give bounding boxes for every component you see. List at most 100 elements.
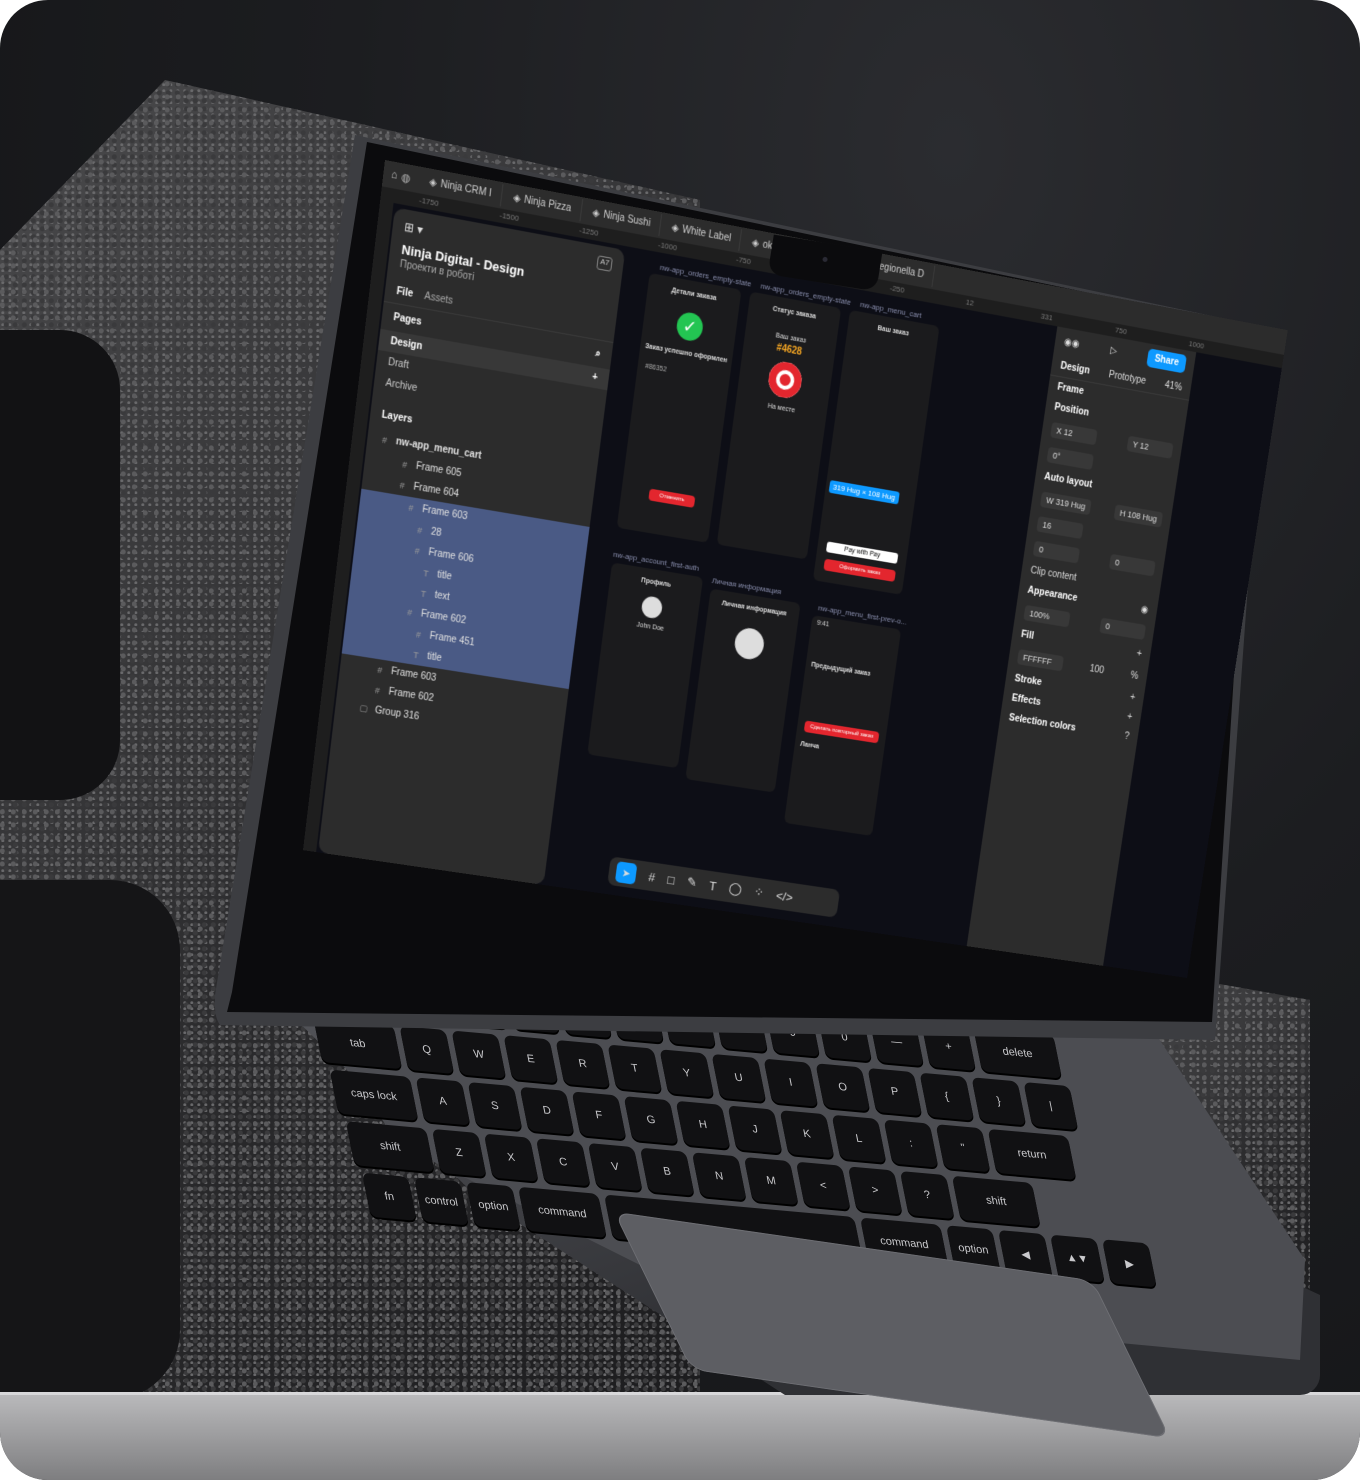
actions-tool-icon[interactable]: ⁘ bbox=[753, 884, 765, 900]
key[interactable]: P bbox=[867, 1068, 922, 1116]
text-tool-icon[interactable]: T bbox=[708, 878, 717, 893]
right-panel: ◉◉ ▷ Share Design Prototype 41% Frame Po… bbox=[967, 326, 1197, 965]
y-field[interactable]: Y 12 bbox=[1126, 436, 1173, 459]
share-button[interactable]: Share bbox=[1146, 348, 1187, 373]
eye-icon[interactable]: ◉ bbox=[1140, 604, 1149, 616]
key[interactable]: I bbox=[763, 1059, 818, 1107]
key[interactable]: J bbox=[728, 1105, 783, 1153]
key[interactable]: F bbox=[572, 1091, 627, 1139]
daruma-icon bbox=[767, 359, 804, 400]
frame-personal[interactable]: Личная информация bbox=[685, 589, 800, 793]
key[interactable]: caps lock bbox=[330, 1070, 419, 1121]
key[interactable]: C bbox=[536, 1138, 591, 1186]
key[interactable]: ▶ bbox=[1102, 1239, 1157, 1287]
file-badge[interactable]: A7 bbox=[596, 255, 612, 272]
key[interactable]: shift bbox=[346, 1121, 435, 1172]
ruler-tick-label: -250 bbox=[889, 283, 905, 294]
key[interactable]: " bbox=[936, 1124, 991, 1172]
position-heading: Position bbox=[1054, 402, 1090, 419]
key[interactable]: O bbox=[815, 1063, 870, 1111]
avatars[interactable]: ◉◉ bbox=[1063, 337, 1080, 350]
fill-opacity[interactable]: 100 bbox=[1089, 663, 1105, 676]
help-button[interactable]: ? bbox=[1124, 731, 1130, 742]
key[interactable]: G bbox=[624, 1096, 679, 1144]
rotation-field[interactable]: 0° bbox=[1046, 447, 1093, 470]
key[interactable]: shift bbox=[952, 1176, 1041, 1227]
effects-heading: Effects bbox=[1011, 693, 1041, 708]
prev-order: Предыдущий заказ bbox=[811, 662, 871, 678]
shape-tool-icon[interactable]: □ bbox=[667, 872, 676, 887]
clip-content-label: Clip content bbox=[1030, 565, 1077, 583]
key[interactable]: N bbox=[692, 1152, 747, 1200]
dev-mode-icon[interactable]: </> bbox=[775, 888, 793, 904]
key[interactable]: M bbox=[744, 1157, 799, 1205]
key[interactable]: X bbox=[484, 1134, 539, 1182]
key[interactable]: { bbox=[919, 1073, 974, 1121]
key[interactable]: option bbox=[466, 1182, 521, 1230]
layer-name: Frame 603 bbox=[422, 504, 469, 522]
add-effect-icon[interactable]: + bbox=[1126, 712, 1133, 723]
add-fill-icon[interactable]: + bbox=[1136, 648, 1143, 659]
frame-type[interactable]: Frame bbox=[1057, 382, 1085, 397]
key[interactable]: R bbox=[555, 1040, 610, 1088]
key[interactable]: V bbox=[588, 1143, 643, 1191]
x-field[interactable]: X 12 bbox=[1050, 422, 1097, 445]
key[interactable]: command bbox=[518, 1187, 607, 1238]
search-icon[interactable]: ⌕ bbox=[595, 348, 602, 360]
frame-icon: # bbox=[412, 629, 424, 640]
pen-tool-icon[interactable]: ✎ bbox=[686, 874, 698, 890]
key[interactable]: < bbox=[796, 1162, 851, 1210]
key[interactable]: | bbox=[1023, 1082, 1078, 1130]
key[interactable]: Y bbox=[659, 1049, 714, 1097]
key[interactable]: > bbox=[848, 1166, 903, 1214]
key[interactable]: T bbox=[607, 1045, 662, 1093]
key[interactable]: control bbox=[414, 1177, 469, 1225]
key[interactable]: L bbox=[832, 1115, 887, 1163]
cancel-button[interactable]: Отменить bbox=[648, 489, 695, 508]
frame-profile[interactable]: Профиль John Doe bbox=[587, 562, 703, 768]
repeat-button[interactable]: Сделать повторный заказ bbox=[804, 720, 880, 743]
key[interactable]: return bbox=[988, 1129, 1077, 1180]
add-page-icon[interactable]: + bbox=[591, 372, 598, 384]
key[interactable]: A bbox=[416, 1077, 471, 1125]
home-icon[interactable]: ⌂ bbox=[390, 169, 398, 182]
add-stroke-icon[interactable]: + bbox=[1129, 692, 1136, 703]
padding-field[interactable]: 0 bbox=[1033, 541, 1080, 564]
frame-menu-prev[interactable]: 9:41 Предыдущий заказ Сделать повторный … bbox=[784, 615, 901, 836]
frame-tool-icon[interactable]: # bbox=[648, 869, 656, 884]
key[interactable]: K bbox=[780, 1110, 835, 1158]
checkout-button[interactable]: Оформить заказ bbox=[823, 559, 896, 582]
opacity-field[interactable]: 100% bbox=[1023, 605, 1070, 628]
fill-hex-field[interactable]: FFFFFF bbox=[1017, 649, 1064, 671]
radius-field[interactable]: 0 bbox=[1099, 618, 1146, 640]
layer-name: Frame 451 bbox=[429, 631, 475, 649]
key[interactable]: E bbox=[503, 1035, 558, 1083]
key[interactable]: ? bbox=[900, 1171, 955, 1219]
figma-menu-icon[interactable]: ⊞ ▾ bbox=[404, 220, 424, 237]
key[interactable]: H bbox=[676, 1101, 731, 1149]
tab-file[interactable]: File bbox=[396, 286, 414, 300]
key[interactable]: S bbox=[468, 1082, 523, 1130]
comment-tool-icon[interactable]: ◯ bbox=[728, 880, 743, 897]
key[interactable]: fn bbox=[362, 1173, 417, 1221]
file-tab-label: ok O bbox=[762, 239, 783, 253]
key[interactable]: D bbox=[520, 1087, 575, 1135]
key[interactable]: B bbox=[640, 1148, 695, 1196]
key[interactable]: U bbox=[711, 1054, 766, 1102]
height-field[interactable]: H 108 Hug bbox=[1114, 504, 1164, 527]
key[interactable]: Z bbox=[432, 1129, 487, 1177]
gap-field[interactable]: 16 bbox=[1036, 516, 1083, 539]
move-tool-icon[interactable]: ➤ bbox=[615, 861, 638, 885]
tab-assets[interactable]: Assets bbox=[424, 291, 454, 307]
globe-icon[interactable]: ◍ bbox=[400, 170, 411, 185]
key[interactable]: } bbox=[971, 1077, 1026, 1125]
tab-design[interactable]: Design bbox=[1060, 361, 1091, 377]
tab-prototype[interactable]: Prototype bbox=[1108, 370, 1147, 387]
padding-field-2[interactable]: 0 bbox=[1109, 554, 1156, 577]
width-field[interactable]: W 319 Hug bbox=[1040, 491, 1092, 515]
key[interactable]: : bbox=[884, 1119, 939, 1167]
play-icon[interactable]: ▷ bbox=[1109, 345, 1117, 357]
key[interactable]: Q bbox=[399, 1026, 454, 1074]
zoom-level[interactable]: 41% bbox=[1164, 380, 1183, 394]
key[interactable]: W bbox=[451, 1031, 506, 1079]
